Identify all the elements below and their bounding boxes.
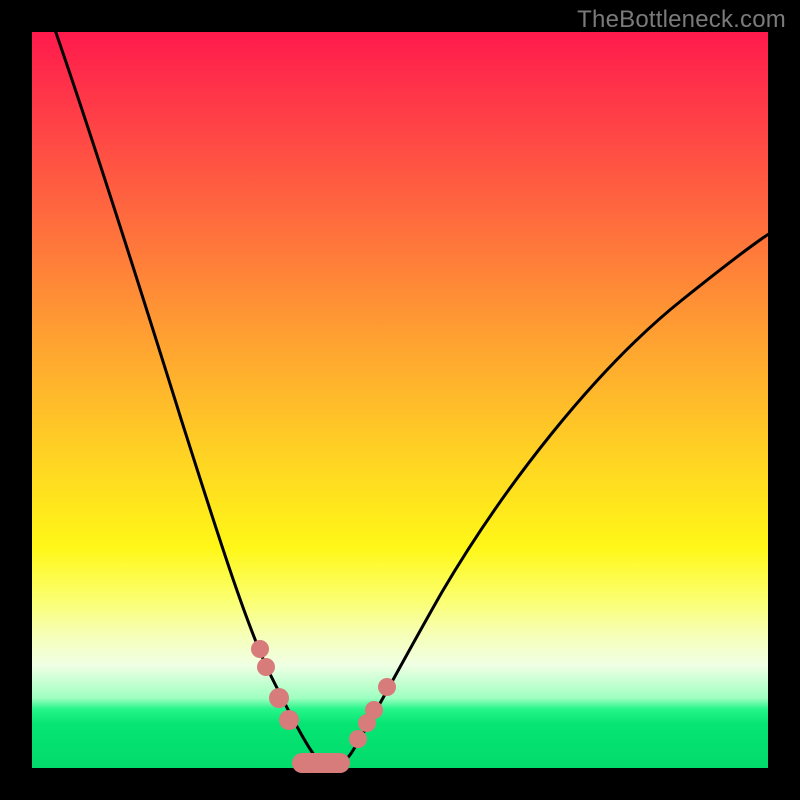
marker-left-4 (279, 710, 299, 730)
bottleneck-curve (54, 27, 772, 765)
marker-left-2 (257, 658, 275, 676)
watermark-text: TheBottleneck.com (577, 6, 786, 34)
marker-left-3 (269, 688, 289, 708)
marker-right-4 (378, 678, 396, 696)
marker-bottom-pill (292, 753, 350, 773)
marker-right-1 (349, 730, 367, 748)
marker-right-3 (365, 701, 383, 719)
curve-svg (32, 32, 768, 768)
outer-frame: TheBottleneck.com (0, 0, 800, 800)
plot-area (32, 32, 768, 768)
marker-left-1 (251, 640, 269, 658)
